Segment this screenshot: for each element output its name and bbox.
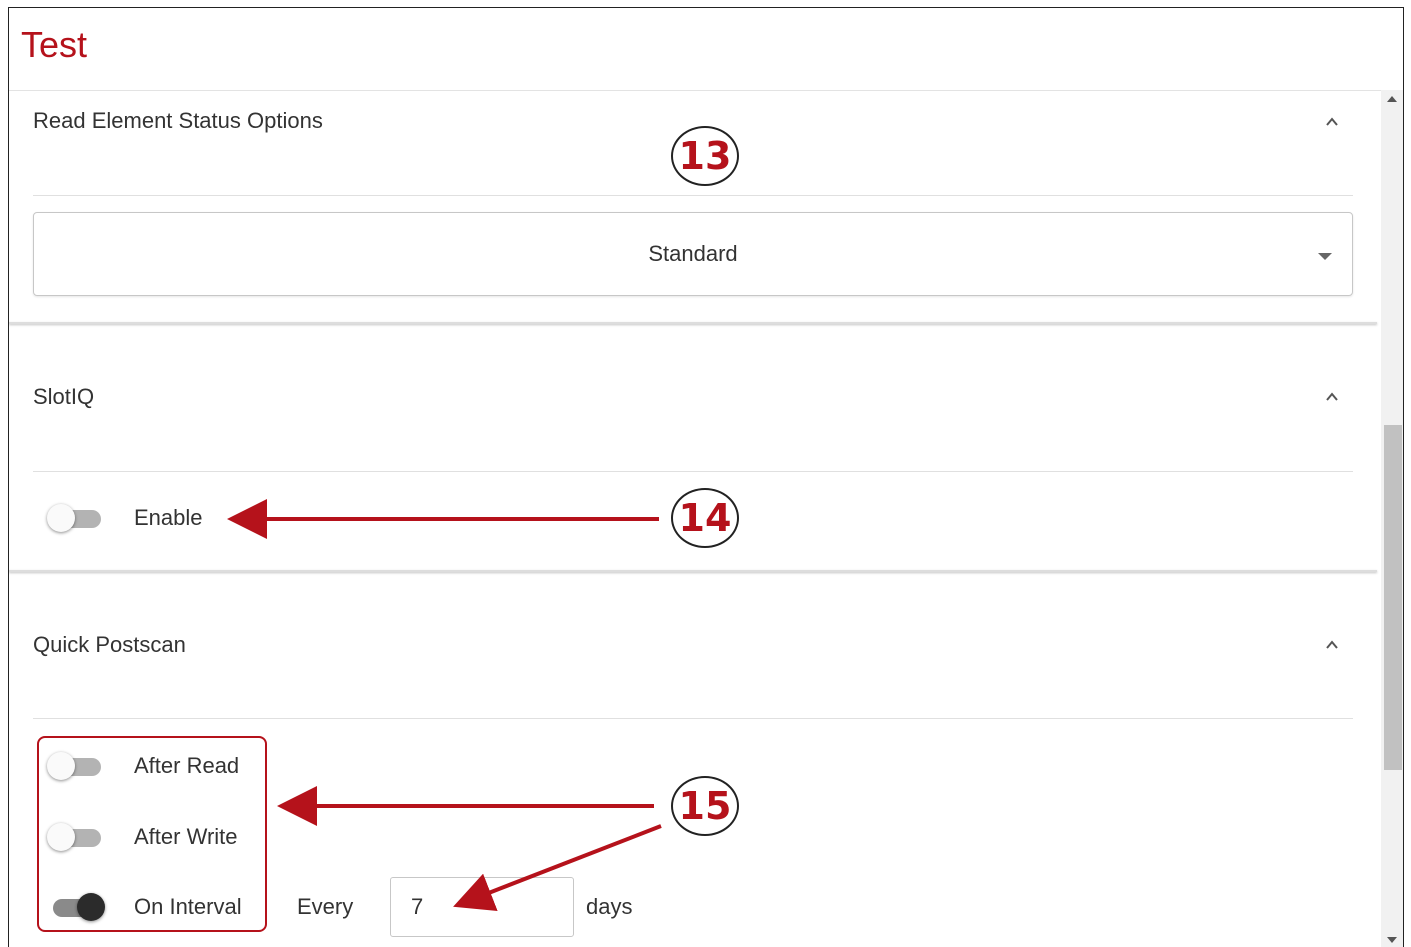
arrow-15b: [453, 824, 662, 911]
callout-13: 13: [671, 126, 739, 186]
dialog-window: Test Read Element Status Options Standar…: [8, 7, 1404, 947]
callout-15: 15: [671, 776, 739, 836]
callout-14: 14: [671, 488, 739, 548]
